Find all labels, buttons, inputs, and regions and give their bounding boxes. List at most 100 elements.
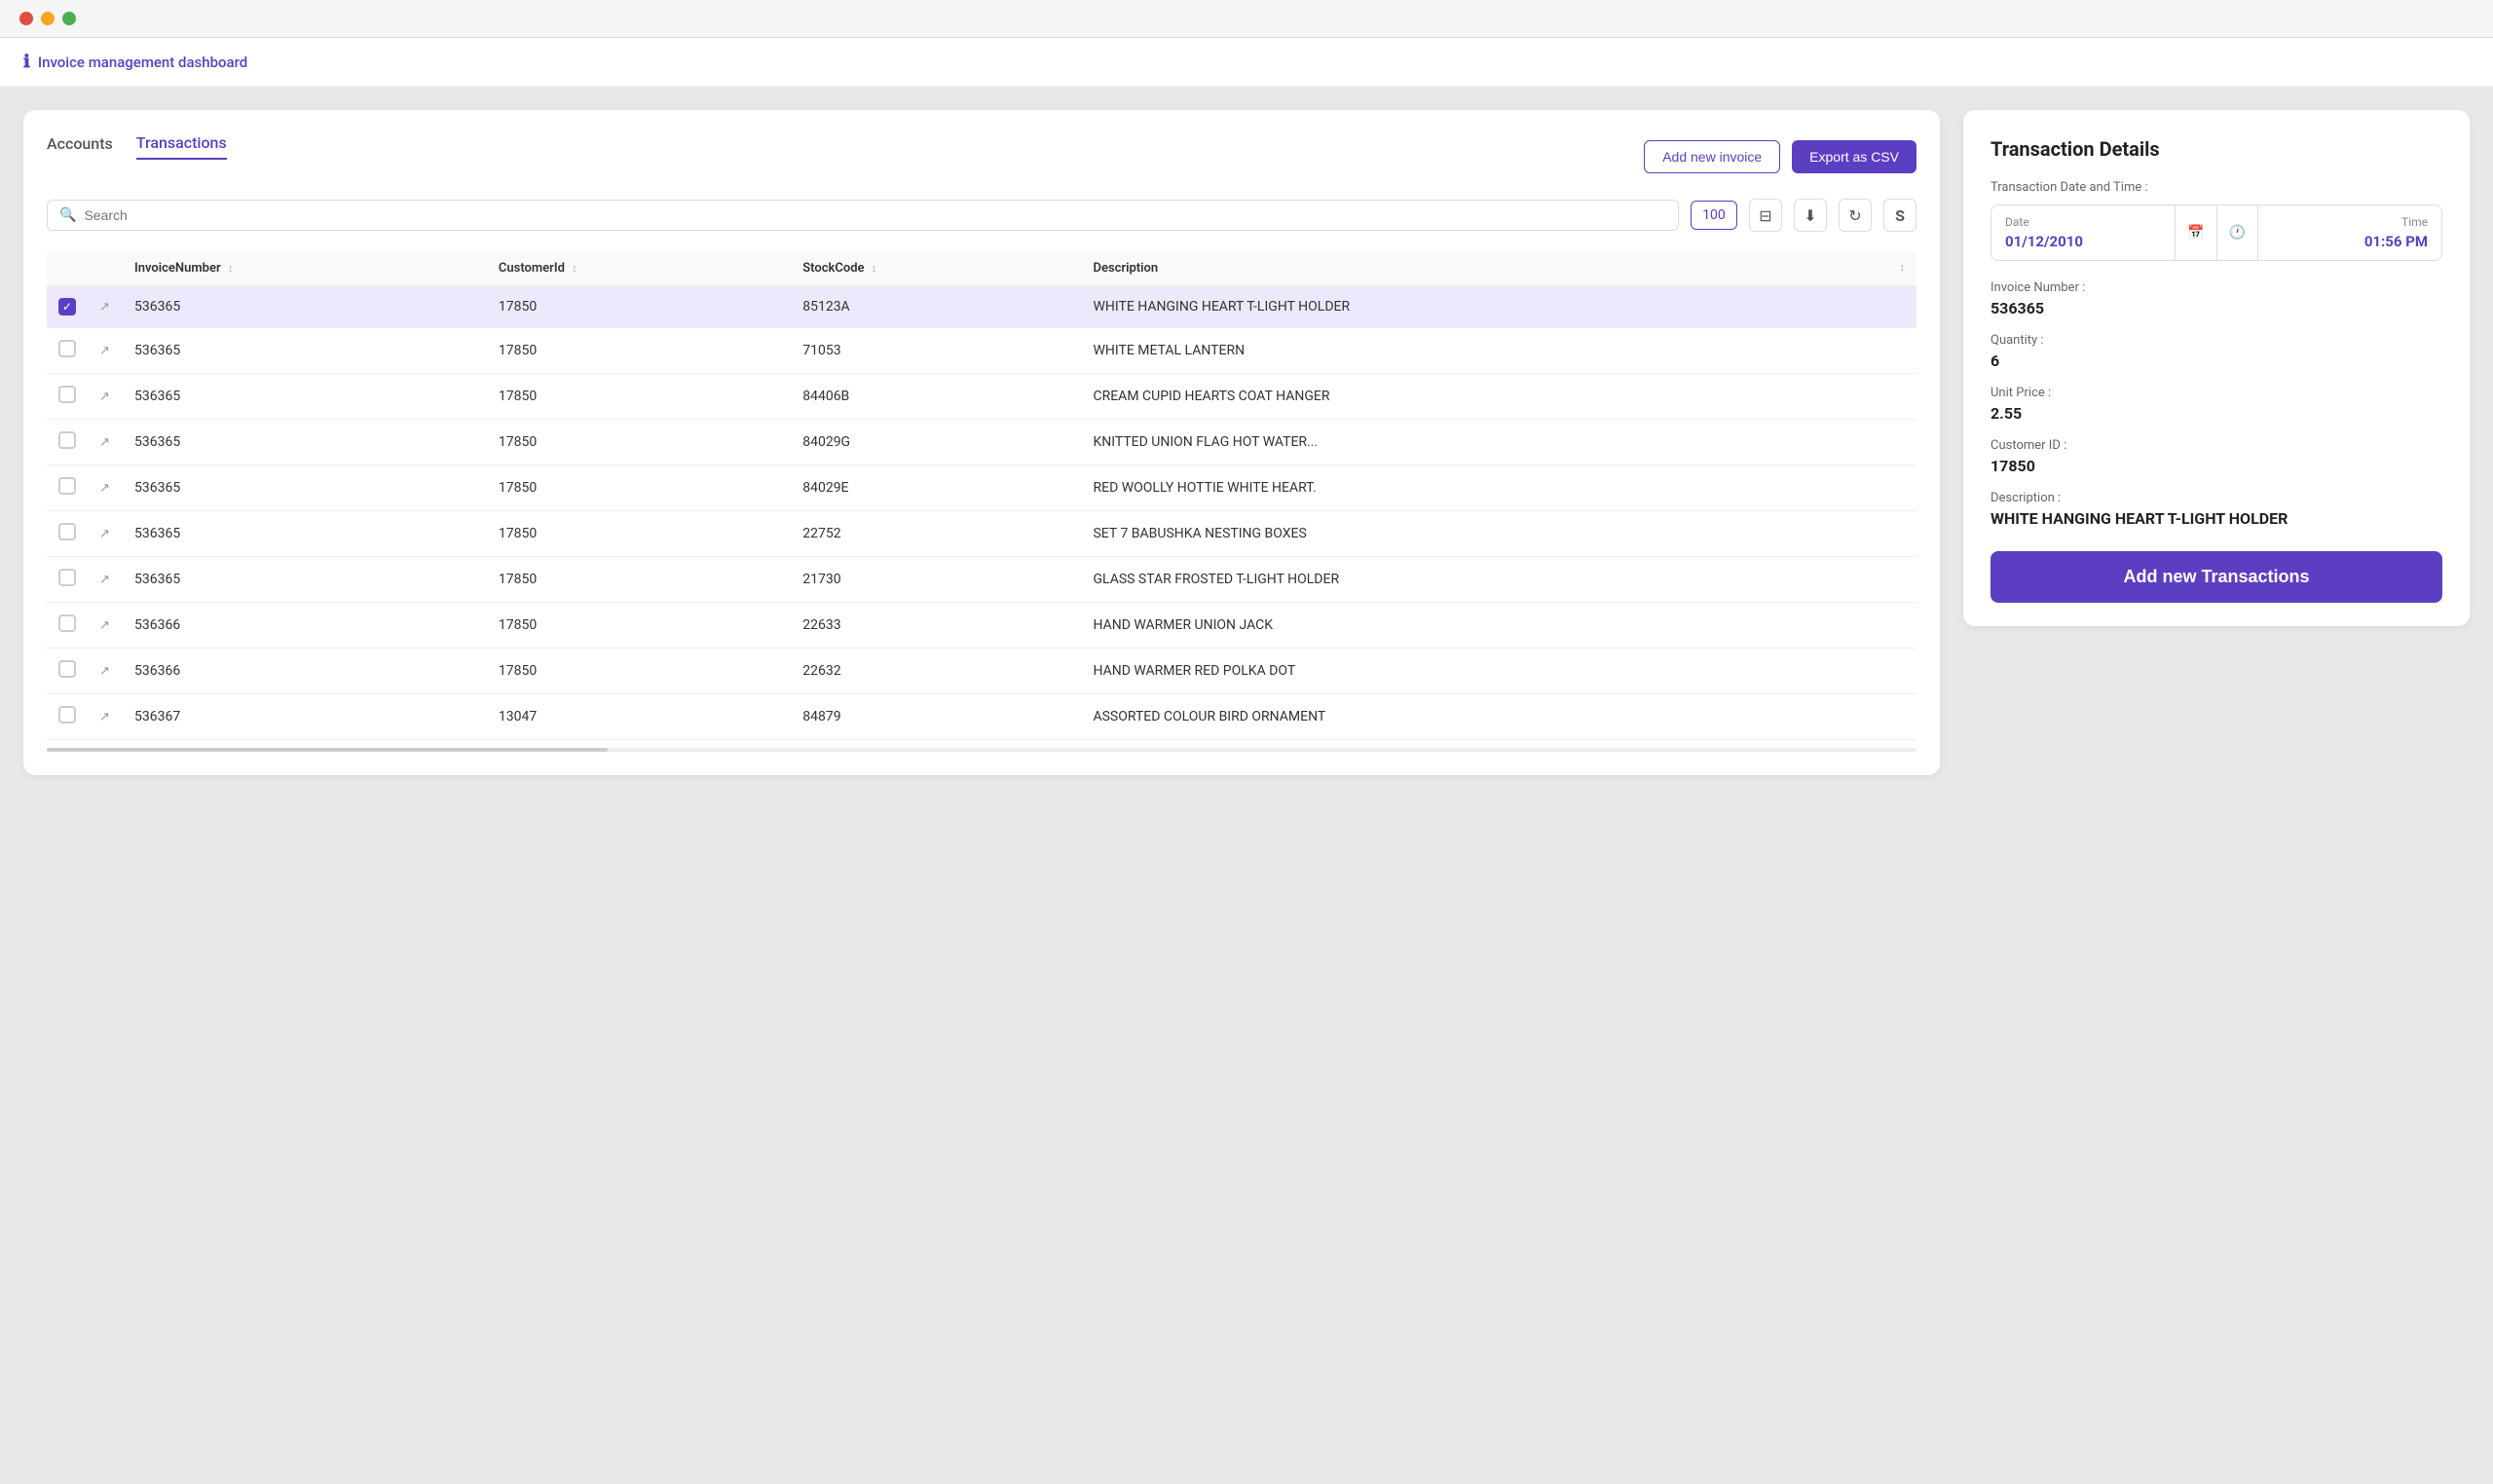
table-row[interactable]: ↗5363651785084029ERED WOOLLY HOTTIE WHIT… [47, 465, 1916, 511]
time-value: 01:56 PM [2364, 233, 2428, 250]
add-transactions-button[interactable]: Add new Transactions [1991, 551, 2442, 603]
page-size-selector[interactable]: 100 [1691, 201, 1737, 230]
row-checkbox-cell[interactable] [47, 420, 88, 465]
row-checkbox-cell[interactable] [47, 557, 88, 603]
row-expand-cell[interactable]: ↗ [88, 511, 123, 557]
settings-button[interactable]: S [1883, 199, 1916, 232]
cell-stock_code: 21730 [791, 557, 1081, 603]
row-checkbox-cell[interactable] [47, 649, 88, 694]
table-row[interactable]: ↗5363661785022632HAND WARMER RED POLKA D… [47, 649, 1916, 694]
tab-transactions[interactable]: Transactions [136, 133, 227, 160]
refresh-button[interactable]: ↻ [1839, 199, 1872, 232]
expand-icon[interactable]: ↗ [99, 618, 110, 633]
row-checkbox[interactable] [58, 477, 76, 495]
cell-description: HAND WARMER UNION JACK [1081, 603, 1916, 649]
cell-invoice_number: 536365 [123, 511, 487, 557]
data-table: InvoiceNumber ↕ CustomerId ↕ StockCode ↕ [47, 251, 1916, 752]
table-row[interactable]: ↗5363651785084029GKNITTED UNION FLAG HOT… [47, 420, 1916, 465]
traffic-light-red[interactable] [19, 12, 33, 25]
cell-invoice_number: 536366 [123, 649, 487, 694]
filter-button[interactable]: ⊟ [1749, 199, 1782, 232]
traffic-light-yellow[interactable] [41, 12, 55, 25]
row-checkbox[interactable] [58, 431, 76, 449]
expand-icon[interactable]: ↗ [99, 390, 110, 404]
cell-stock_code: 71053 [791, 328, 1081, 374]
export-csv-button[interactable]: Export as CSV [1792, 140, 1916, 173]
add-invoice-button[interactable]: Add new invoice [1644, 140, 1780, 173]
cell-invoice_number: 536365 [123, 374, 487, 420]
row-checkbox[interactable] [58, 340, 76, 357]
row-checkbox[interactable] [58, 706, 76, 723]
row-checkbox[interactable] [58, 386, 76, 403]
date-time-label: Transaction Date and Time : [1991, 180, 2442, 195]
row-checkbox[interactable]: ✓ [58, 298, 76, 315]
row-expand-cell[interactable]: ↗ [88, 557, 123, 603]
row-checkbox-cell[interactable] [47, 374, 88, 420]
table-row[interactable]: ✓↗5363651785085123AWHITE HANGING HEART T… [47, 286, 1916, 328]
row-checkbox-cell[interactable] [47, 694, 88, 740]
row-expand-cell[interactable]: ↗ [88, 328, 123, 374]
tab-accounts[interactable]: Accounts [47, 134, 113, 159]
header-stock-code[interactable]: StockCode ↕ [791, 251, 1081, 286]
header-checkbox-cell [47, 251, 88, 286]
traffic-light-green[interactable] [62, 12, 76, 25]
table-row[interactable]: ↗5363651785022752SET 7 BABUSHKA NESTING … [47, 511, 1916, 557]
row-checkbox-cell[interactable]: ✓ [47, 286, 88, 328]
scrollbar[interactable] [47, 748, 1916, 752]
table-row[interactable]: ↗5363651785084406BCREAM CUPID HEARTS COA… [47, 374, 1916, 420]
cell-invoice_number: 536365 [123, 420, 487, 465]
table-header-row: InvoiceNumber ↕ CustomerId ↕ StockCode ↕ [47, 251, 1916, 286]
expand-icon[interactable]: ↗ [99, 344, 110, 358]
expand-icon[interactable]: ↗ [99, 435, 110, 450]
table-row[interactable]: ↗5363671304784879ASSORTED COLOUR BIRD OR… [47, 694, 1916, 740]
row-checkbox[interactable] [58, 614, 76, 632]
expand-icon[interactable]: ↗ [99, 300, 110, 315]
table-row[interactable]: ↗5363651785071053WHITE METAL LANTERN [47, 328, 1916, 374]
row-checkbox[interactable] [58, 569, 76, 586]
row-expand-cell[interactable]: ↗ [88, 694, 123, 740]
row-checkbox-cell[interactable] [47, 511, 88, 557]
description-value: WHITE HANGING HEART T-LIGHT HOLDER [1991, 509, 2442, 528]
search-input[interactable] [84, 207, 1666, 223]
row-checkbox-cell[interactable] [47, 465, 88, 511]
customer-id-value: 17850 [1991, 457, 2442, 475]
invoice-number-label: Invoice Number : [1991, 280, 2442, 295]
quantity-field: Quantity : 6 [1991, 333, 2442, 370]
header-description[interactable]: Description ↕ [1081, 251, 1916, 286]
header-customer-id[interactable]: CustomerId ↕ [487, 251, 791, 286]
row-checkbox[interactable] [58, 660, 76, 678]
date-section: Date 01/12/2010 [1991, 205, 2176, 260]
panel-title: Transaction Details [1991, 137, 2442, 161]
row-checkbox-cell[interactable] [47, 328, 88, 374]
expand-icon[interactable]: ↗ [99, 481, 110, 496]
row-checkbox-cell[interactable] [47, 603, 88, 649]
toolbar: 🔍 100 ⊟ ⬇ ↻ S [47, 199, 1916, 232]
cell-stock_code: 84029E [791, 465, 1081, 511]
cell-customer_id: 17850 [487, 511, 791, 557]
header-invoice-number[interactable]: InvoiceNumber ↕ [123, 251, 487, 286]
row-expand-cell[interactable]: ↗ [88, 286, 123, 328]
cell-customer_id: 17850 [487, 420, 791, 465]
expand-icon[interactable]: ↗ [99, 527, 110, 541]
expand-icon[interactable]: ↗ [99, 573, 110, 587]
cell-invoice_number: 536366 [123, 603, 487, 649]
row-expand-cell[interactable]: ↗ [88, 465, 123, 511]
row-expand-cell[interactable]: ↗ [88, 420, 123, 465]
time-section: Time 01:56 PM [2258, 205, 2441, 260]
row-expand-cell[interactable]: ↗ [88, 374, 123, 420]
cell-customer_id: 17850 [487, 286, 791, 328]
table-row[interactable]: ↗5363651785021730GLASS STAR FROSTED T-LI… [47, 557, 1916, 603]
row-checkbox[interactable] [58, 523, 76, 540]
row-expand-cell[interactable]: ↗ [88, 603, 123, 649]
expand-icon[interactable]: ↗ [99, 664, 110, 679]
download-button[interactable]: ⬇ [1794, 199, 1827, 232]
description-label: Description : [1991, 491, 2442, 505]
left-panel: Accounts Transactions Add new invoice Ex… [23, 110, 1940, 775]
tabs: Accounts Transactions [47, 133, 227, 160]
clock-icon: 🕐 [2229, 225, 2246, 241]
expand-icon[interactable]: ↗ [99, 710, 110, 724]
table-row[interactable]: ↗5363661785022633HAND WARMER UNION JACK [47, 603, 1916, 649]
cell-invoice_number: 536365 [123, 328, 487, 374]
row-expand-cell[interactable]: ↗ [88, 649, 123, 694]
cell-stock_code: 85123A [791, 286, 1081, 328]
